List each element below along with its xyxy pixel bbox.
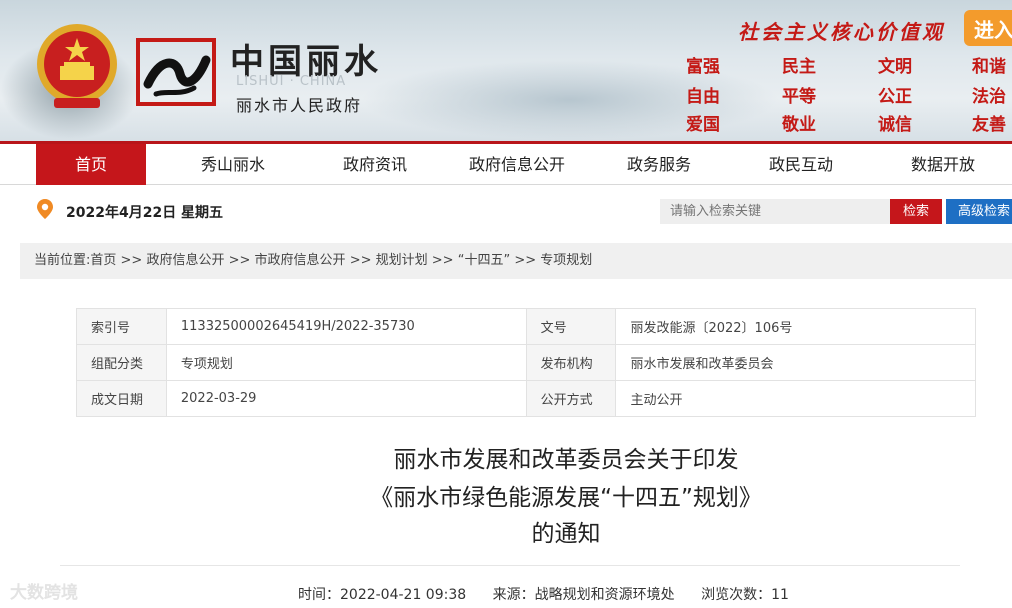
value-item: 自由 <box>686 87 720 107</box>
main-nav: 首页 秀山丽水 政府资讯 政府信息公开 政务服务 政民互动 数据开放 <box>0 141 1012 185</box>
search-button[interactable]: 检索 <box>890 199 942 224</box>
meta-label: 文号 <box>525 308 617 345</box>
breadcrumb-link[interactable]: 市政府信息公开 <box>255 253 346 268</box>
table-row: 索引号 11332500002645419H/2022-35730 文号 丽发改… <box>76 308 976 345</box>
publish-source: 来源：战略规划和资源环境处 <box>492 587 675 603</box>
table-row: 成文日期 2022-03-29 公开方式 主动公开 <box>76 380 976 417</box>
nav-item-xiushan[interactable]: 秀山丽水 <box>178 144 288 185</box>
watermark: 大数跨境 <box>10 583 78 603</box>
meta-value: 丽发改能源〔2022〕106号 <box>615 308 976 345</box>
value-item: 文明 <box>878 57 912 77</box>
meta-value: 专项规划 <box>165 344 527 381</box>
article-title-line2: 《丽水市绿色能源发展“十四五”规划》 <box>370 485 762 511</box>
value-item: 民主 <box>782 57 816 77</box>
meta-label: 索引号 <box>76 308 167 345</box>
nav-item-services[interactable]: 政务服务 <box>604 144 714 185</box>
site-name-en: LISHUI · CHINA <box>236 74 347 89</box>
value-item: 敬业 <box>782 115 816 135</box>
advanced-search-button[interactable]: 高级检索 <box>946 199 1012 224</box>
breadcrumb: 当前位置:首页 >> 政府信息公开 >> 市政府信息公开 >> 规划计划 >> … <box>20 243 1012 279</box>
location-pin-icon <box>37 199 53 219</box>
site-header: 中国丽水 LISHUI · CHINA 丽水市人民政府 社会主义核心价值观 进入… <box>0 0 1012 141</box>
breadcrumb-link[interactable]: “十四五” <box>458 253 510 268</box>
value-item: 平等 <box>782 87 816 107</box>
breadcrumb-link[interactable]: 规划计划 <box>376 253 428 268</box>
meta-value: 2022-03-29 <box>165 380 527 417</box>
value-item: 和谐 <box>972 57 1006 77</box>
nav-item-home[interactable]: 首页 <box>36 144 146 185</box>
meta-value: 11332500002645419H/2022-35730 <box>165 308 527 345</box>
national-emblem-icon[interactable] <box>34 20 120 112</box>
core-values-grid: 富强 民主 文明 和谐 自由 平等 公正 法治 爱国 敬业 诚信 友善 <box>686 52 1012 135</box>
publish-info: 时间：2022-04-21 09:38 来源：战略规划和资源环境处 浏览次数：1… <box>298 584 811 604</box>
meta-value: 主动公开 <box>615 380 976 417</box>
document-meta-table: 索引号 11332500002645419H/2022-35730 文号 丽发改… <box>76 308 976 417</box>
breadcrumb-separator: >> <box>427 253 458 268</box>
table-row: 组配分类 专项规划 发布机构 丽水市发展和改革委员会 <box>76 344 976 381</box>
divider <box>60 565 960 566</box>
publish-time: 时间：2022-04-21 09:38 <box>298 587 467 603</box>
site-subtitle: 丽水市人民政府 <box>236 96 363 115</box>
value-item: 诚信 <box>878 115 912 135</box>
value-item: 富强 <box>686 57 720 77</box>
nav-item-disclosure[interactable]: 政府信息公开 <box>452 144 582 185</box>
meta-value: 丽水市发展和改革委员会 <box>615 344 976 381</box>
meta-label: 公开方式 <box>525 380 617 417</box>
current-date: 2022年4月22日 星期五 <box>66 205 224 221</box>
view-count: 浏览次数：11 <box>701 587 789 603</box>
value-item: 公正 <box>878 87 912 107</box>
breadcrumb-separator: >> <box>510 253 541 268</box>
meta-label: 发布机构 <box>525 344 617 381</box>
value-item: 法治 <box>972 87 1006 107</box>
search-input[interactable] <box>660 199 890 224</box>
enter-button[interactable]: 进入 <box>964 10 1012 46</box>
article-title-line1: 丽水市发展和改革委员会关于印发 <box>393 447 739 473</box>
breadcrumb-prefix: 当前位置: <box>34 253 91 268</box>
breadcrumb-link[interactable]: 政府信息公开 <box>146 253 224 268</box>
lishui-logo-icon[interactable] <box>136 38 216 106</box>
breadcrumb-link[interactable]: 首页 <box>90 253 116 268</box>
article-title-line3: 的通知 <box>531 521 601 547</box>
breadcrumb-separator: >> <box>116 253 147 268</box>
nav-item-news[interactable]: 政府资讯 <box>320 144 430 185</box>
value-item: 爱国 <box>686 115 720 135</box>
nav-item-interaction[interactable]: 政民互动 <box>746 144 856 185</box>
value-item: 友善 <box>972 115 1006 135</box>
breadcrumb-separator: >> <box>224 253 255 268</box>
meta-label: 组配分类 <box>76 344 167 381</box>
date-search-bar: 2022年4月22日 星期五 检索 高级检索 <box>0 196 1012 230</box>
meta-label: 成文日期 <box>76 380 167 417</box>
core-values-slogan: 社会主义核心价值观 <box>738 20 945 44</box>
breadcrumb-separator: >> <box>345 253 376 268</box>
breadcrumb-link[interactable]: 专项规划 <box>540 253 592 268</box>
nav-item-open-data[interactable]: 数据开放 <box>888 144 998 185</box>
